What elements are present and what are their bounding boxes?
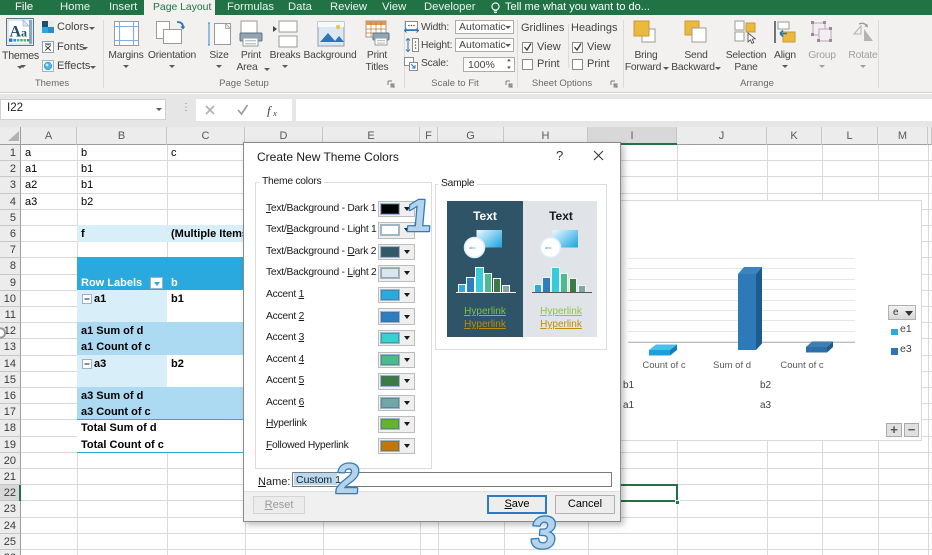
svg-text:abc: abc [469, 245, 475, 250]
svg-text:abc: abc [545, 245, 551, 250]
svg-text:x: x [272, 108, 277, 117]
svg-text:a: a [21, 26, 27, 40]
svg-text:A: A [10, 24, 22, 41]
